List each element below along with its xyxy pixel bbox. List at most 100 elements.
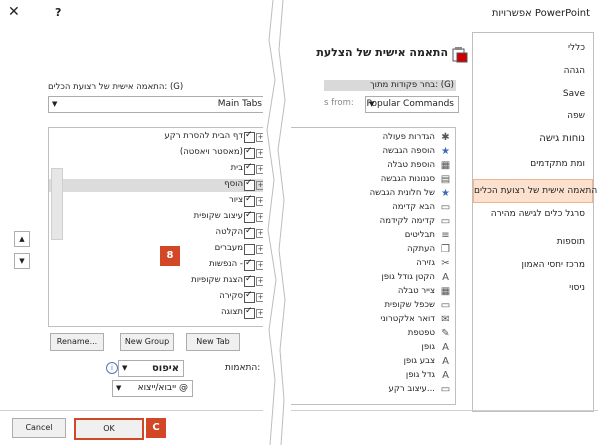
category-general[interactable]: כללי [568,43,585,53]
ribbon-tab-label: ציור [228,195,243,205]
command-icon: ✱ [441,132,450,143]
category-trial[interactable]: ניסוי [569,283,585,293]
help-icon[interactable]: ? [55,6,61,19]
category-save[interactable]: Save [563,89,585,99]
ribbon-tab-row[interactable]: +הצגת שקופיות [49,274,267,288]
ribbon-tab-label: הנפשות - [209,259,243,269]
cancel-button[interactable]: Cancel [12,418,66,438]
callout-badge-c: C [146,418,166,438]
category-quick-access-toolbar[interactable]: סרגל כלים לגישה מהירה [491,209,585,219]
command-icon: A [442,370,449,381]
command-item[interactable]: טפטפת [408,328,435,341]
ribbon-tab-label: עיצוב שקופית [193,211,243,221]
command-item[interactable]: סגנונות הגבשה [381,174,435,187]
ribbon-tab-row[interactable]: +(מאסטר ויאסטה) [49,146,267,160]
tab-checkbox[interactable] [244,274,255,287]
command-item[interactable]: עיצוב רקע... [389,384,435,397]
customize-ribbon-label: התאמה אישית של רצועת הכלים: (G) [48,82,184,92]
ribbon-tab-row[interactable]: +דף הבית להסרת רקע [49,130,267,144]
command-item[interactable]: קדימה לקידמה [380,216,435,229]
command-item[interactable]: דואר אלקטרוני [380,314,435,327]
command-icon: ▭ [440,384,451,395]
ribbon-combo[interactable]: ▼ Main Tabs [48,96,267,113]
command-item[interactable]: הגדרות פעולה [383,132,435,145]
ribbon-tab-label: הצגת שקופיות [191,275,243,285]
reset-value: איפוס [151,363,179,374]
tab-checkbox[interactable] [244,244,255,255]
command-item[interactable]: גופן [422,342,435,355]
command-item[interactable]: גדל גופן [406,370,435,383]
category-proofing[interactable]: הגהה [564,66,585,76]
commands-combo[interactable]: ▼ Popular Commands [365,96,459,113]
ribbon-tab-label: (מאסטר ויאסטה) [179,147,243,157]
tab-checkbox[interactable] [244,130,255,143]
divider [0,410,598,411]
command-icon: ▦ [440,160,451,171]
category-advanced[interactable]: ומת מתקדמים [530,159,585,169]
tab-checkbox[interactable] [244,178,255,191]
import-export-value: ייבוא/ייצוא @ [137,383,188,393]
command-icon: ✉ [441,314,450,325]
command-item[interactable]: צבע גופן [404,356,435,369]
command-item[interactable]: הוספה הגבשה [383,146,436,159]
command-icon: ▦ [440,286,451,297]
ribbon-tab-row[interactable]: +הקלטה [49,226,267,240]
ribbon-tab-row[interactable]: +סקירה [49,290,267,304]
ribbon-tab-row[interactable]: +הוסף [49,178,267,192]
command-item[interactable]: תבליטים [405,230,435,243]
category-customize-ribbon[interactable]: התאמה אישית של רצועת הכלים [473,179,597,203]
ribbon-tab-row[interactable]: +עיצוב שקופית [49,210,267,224]
ribbon-tab-label: תצוגה [220,307,243,317]
move-down-button[interactable]: ▼ [14,253,30,269]
new-tab-button[interactable]: New Tab [186,333,240,351]
commands-list[interactable]: הגדרות פעולה ✱ הוספה הגבשה ★ הוספת טבלה ▦ סגנו… [290,127,456,405]
ok-button[interactable]: OK [74,418,144,440]
tab-checkbox[interactable] [244,146,255,159]
category-language[interactable]: שפה [567,111,585,121]
category-accessibility[interactable]: נוחות גישה [539,133,585,144]
info-icon: i [106,362,118,374]
command-icon: A [442,342,449,353]
category-addins[interactable]: תוספות [557,237,585,247]
tab-checkbox[interactable] [244,226,255,239]
page-title: התאמה אישית של הצלעת [316,46,448,59]
command-icon: ✎ [441,328,450,339]
category-trust-center[interactable]: מרכז יחסי האמון [522,260,585,270]
command-icon: A [442,272,449,283]
ribbon-tabs-list[interactable]: +דף הבית להסרת רקע +(מאסטר ויאסטה) +בית +הו… [48,127,268,327]
import-export-combo[interactable]: ▼ ייבוא/ייצוא @ [112,380,193,397]
chevron-down-icon: ▼ [369,100,375,108]
rename-button[interactable]: Rename... [50,333,104,351]
tab-checkbox[interactable] [244,290,255,303]
command-item[interactable]: הבא קדימה [392,202,435,215]
tab-checkbox[interactable] [244,210,255,223]
customizations-label: התאמות: [225,363,261,373]
tab-checkbox[interactable] [244,258,255,271]
ribbon-tab-row[interactable]: +ציור [49,194,267,208]
command-item[interactable]: הקטן גודל גופן [381,272,435,285]
command-item[interactable]: העתקה [407,244,435,257]
move-up-button[interactable]: ▲ [14,231,30,247]
ribbon-tab-row[interactable]: +תצוגה [49,306,267,320]
command-icon: ▭ [440,300,451,311]
new-group-button[interactable]: New Group [120,333,174,351]
close-icon[interactable]: ✕ [8,4,20,20]
window-title: אפשרויות PowerPoint [491,8,590,19]
tab-checkbox[interactable] [244,194,255,207]
command-item[interactable]: גזירה [416,258,435,271]
tab-checkbox[interactable] [244,162,255,175]
title-bar: ✕ ? אפשרויות PowerPoint [0,0,598,28]
command-item[interactable]: של חלונית הגבשה [370,188,435,201]
reset-combo[interactable]: ▼ איפוס [118,360,184,377]
command-item[interactable]: צייר טבלה [398,286,435,299]
command-item[interactable]: הוספת טבלה [387,160,435,173]
ribbon-tab-row[interactable]: +הנפשות - [49,258,267,272]
command-icon: ★ [441,146,450,157]
commands-combo-value: Popular Commands [366,99,454,109]
scrollbar-thumb[interactable] [51,168,63,240]
tab-checkbox[interactable] [244,306,255,319]
chevron-down-icon: ▼ [52,100,58,108]
ribbon-tab-row[interactable]: + מעברים [49,243,267,256]
command-item[interactable]: שכפל שקופית [384,300,435,313]
ribbon-tab-row[interactable]: +בית [49,162,267,176]
